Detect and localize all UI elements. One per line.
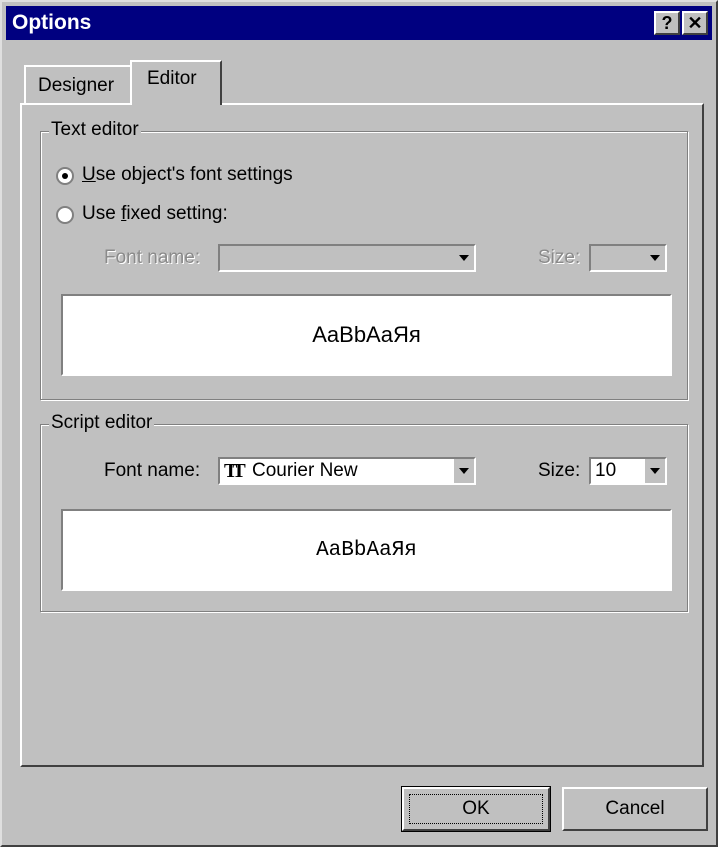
chevron-down-icon (645, 246, 665, 270)
script-size-label: Size: (538, 460, 581, 481)
truetype-icon: TT (224, 460, 246, 482)
text-size-label: Size: (538, 247, 581, 268)
cancel-button[interactable]: Cancel (562, 787, 708, 831)
close-icon: ✕ (687, 13, 703, 33)
script-preview-sample: AaBbAaЯя (316, 538, 417, 562)
options-dialog: Options ? ✕ Designer Editor Text editor … (0, 0, 718, 847)
window-title: Options (12, 11, 92, 34)
text-font-name-label: Font name: (104, 247, 201, 268)
help-button[interactable]: ? (654, 11, 680, 35)
script-font-name-value: Courier New (252, 460, 358, 481)
chevron-down-icon (454, 459, 474, 483)
tab-editor-label: Editor (147, 68, 197, 89)
cancel-button-label: Cancel (605, 798, 665, 819)
chevron-down-icon (645, 459, 665, 483)
help-icon: ? (661, 13, 673, 33)
text-font-name-select[interactable] (218, 244, 476, 272)
chevron-down-icon (454, 246, 474, 270)
radio-use-fixed-setting-label[interactable]: Use fixed setting: (82, 203, 228, 225)
radio-use-object-font-label[interactable]: Use object's font settings (82, 164, 293, 186)
focus-rect (409, 794, 543, 824)
script-size-value: 10 (595, 460, 617, 481)
tab-designer[interactable]: Designer (24, 65, 134, 105)
script-font-preview: AaBbAaЯя (61, 509, 672, 591)
text-font-preview: AaBbAaЯя (61, 294, 672, 376)
script-size-select[interactable]: 10 (589, 457, 667, 485)
tab-designer-label: Designer (38, 75, 115, 96)
close-button[interactable]: ✕ (682, 11, 708, 35)
radio-use-object-font[interactable] (56, 167, 74, 185)
ok-button[interactable]: OK (401, 786, 551, 832)
radio-use-fixed-setting[interactable] (56, 206, 74, 224)
script-font-name-select[interactable]: TT Courier New (218, 457, 476, 485)
tab-editor[interactable]: Editor (130, 60, 222, 105)
title-bar[interactable]: Options ? ✕ (6, 6, 712, 40)
text-preview-sample: AaBbAaЯя (312, 322, 421, 347)
text-size-select[interactable] (589, 244, 667, 272)
script-font-name-label: Font name: (104, 460, 201, 481)
